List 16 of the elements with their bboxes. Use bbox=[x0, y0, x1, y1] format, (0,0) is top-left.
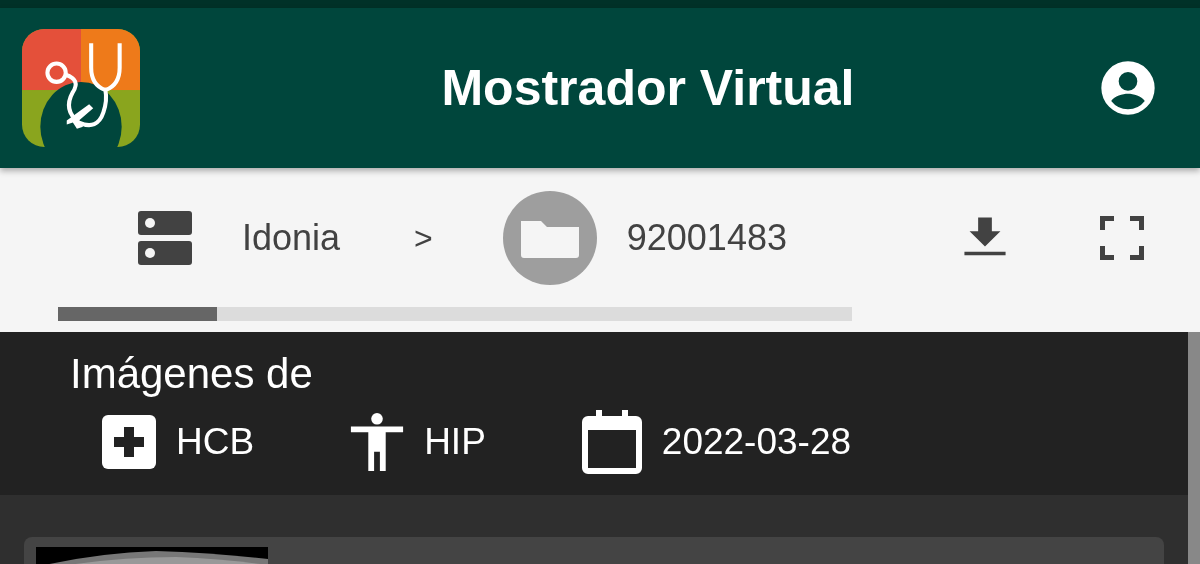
study-heading: Imágenes de bbox=[70, 350, 314, 398]
breadcrumb-separator: > bbox=[414, 219, 433, 257]
breadcrumb-item[interactable]: 92001483 bbox=[626, 217, 787, 259]
study-detail: HIP bbox=[424, 421, 486, 463]
calendar-icon bbox=[581, 410, 642, 474]
stethoscope-plane-logo-icon bbox=[22, 29, 140, 147]
medical-cross-icon bbox=[102, 413, 156, 471]
study-detail: HCB bbox=[176, 421, 255, 463]
fullscreen-icon[interactable] bbox=[1100, 216, 1144, 260]
server-icon bbox=[138, 211, 192, 265]
study-detail: 2022-03-28 bbox=[661, 421, 852, 463]
folder-icon bbox=[502, 191, 597, 285]
scrollbar[interactable] bbox=[1188, 332, 1200, 564]
breadcrumb-item[interactable]: Idonia bbox=[242, 217, 341, 259]
app-title: Mostrador Virtual bbox=[440, 59, 856, 117]
person-icon bbox=[350, 413, 405, 471]
